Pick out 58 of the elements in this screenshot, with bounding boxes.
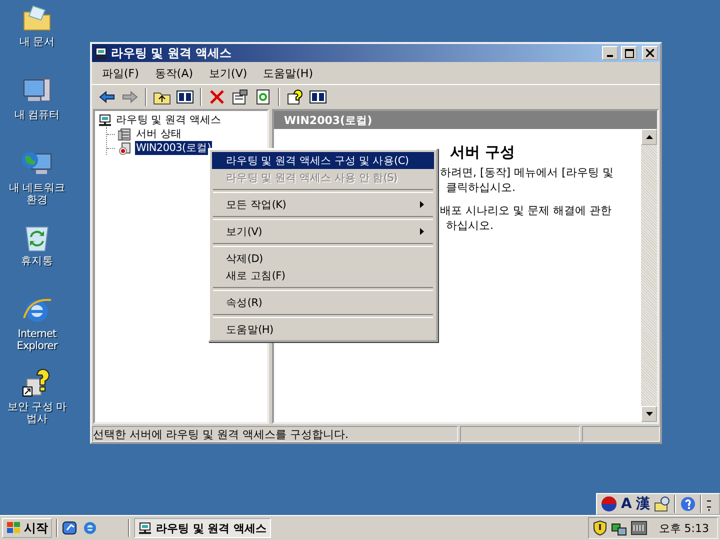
desktop-icon-label[interactable]: 내 네트워크 환경 <box>6 182 68 206</box>
scroll-up-button[interactable] <box>641 129 657 145</box>
split-pane-icon[interactable] <box>307 88 329 106</box>
desktop-icon-label[interactable]: 휴지통 <box>21 255 53 267</box>
status-text: 선택한 서버에 라우팅 및 원격 액세스를 구성합니다. <box>92 426 458 442</box>
shield-icon[interactable] <box>592 520 607 536</box>
minimize-button[interactable] <box>602 46 618 60</box>
desktop-icon-label[interactable]: 내 컴퓨터 <box>14 109 60 121</box>
context-menu-item[interactable]: 속성(R) <box>212 294 434 311</box>
context-menu-item[interactable]: 새로 고침(F) <box>212 267 434 284</box>
menu-item[interactable]: 보기(V) <box>203 64 254 82</box>
window-title: 라우팅 및 원격 액세스 <box>111 44 233 62</box>
close-button[interactable] <box>642 46 658 60</box>
menu-item[interactable]: 도움말(H) <box>257 64 319 82</box>
windows-logo-icon <box>6 521 22 535</box>
down-arrow-icon <box>646 412 652 416</box>
taegeuk-icon[interactable] <box>601 496 617 512</box>
tree-item[interactable]: WIN2003(로컬) <box>135 141 212 155</box>
submenu-arrow-icon <box>420 201 424 208</box>
input-mode-button[interactable]: A <box>621 496 632 512</box>
content-text: 하려면, [동작] 메뉴에서 [라우팅 및 <box>440 165 614 180</box>
desktop-shortcut-icon[interactable] <box>62 520 78 536</box>
maximize-icon <box>624 48 634 58</box>
router-icon <box>98 114 112 126</box>
clock[interactable]: 오후 5:13 <box>658 520 709 536</box>
content-heading: 서버 구성 <box>450 143 516 163</box>
content-text: 클릭하십시오. <box>446 180 516 195</box>
hanja-button[interactable]: 漢 <box>636 495 650 513</box>
menu-item[interactable]: 동작(A) <box>148 64 200 82</box>
taskbar-button[interactable]: 라우팅 및 원격 액세스 <box>134 518 270 538</box>
desktop-icon-label[interactable]: 보안 구성 마법사 <box>6 401 68 425</box>
pane-header: WIN2003(로컬) <box>274 111 657 129</box>
start-button[interactable]: 시작 <box>2 518 52 538</box>
router-icon <box>94 46 108 60</box>
router-icon <box>138 522 152 534</box>
pad-icon[interactable] <box>654 496 670 512</box>
context-menu-item[interactable]: 삭제(D) <box>212 250 434 267</box>
content-text: 하십시오. <box>446 218 494 233</box>
desktop-icon-label[interactable]: Internet Explorer <box>6 328 68 352</box>
vm-icon[interactable] <box>630 521 647 535</box>
server-stopped-icon <box>118 142 132 154</box>
context-menu-item[interactable]: 모든 작업(K) <box>212 196 434 213</box>
server-icon <box>118 128 132 140</box>
split-pane-icon[interactable] <box>174 88 196 106</box>
desktop-icon-label[interactable]: 내 문서 <box>20 36 54 48</box>
up-arrow-icon <box>646 135 652 139</box>
submenu-arrow-icon <box>420 228 424 235</box>
tree-item[interactable]: 라우팅 및 원격 액세스 <box>115 113 222 127</box>
menu-item[interactable]: 파일(F) <box>96 64 145 82</box>
context-menu-item[interactable]: 보기(V) <box>212 223 434 240</box>
close-icon <box>646 49 654 57</box>
maximize-button[interactable] <box>621 46 637 60</box>
context-menu-item[interactable]: 라우팅 및 원격 액세스 구성 및 사용(C) <box>212 152 434 169</box>
content-text: 배포 시나리오 및 문제 해결에 관한 <box>440 203 612 218</box>
scroll-down-button[interactable] <box>641 406 657 422</box>
tree-item[interactable]: 서버 상태 <box>135 127 183 141</box>
scrollbar[interactable] <box>641 129 657 422</box>
context-menu-item[interactable]: 도움말(H) <box>212 321 434 338</box>
